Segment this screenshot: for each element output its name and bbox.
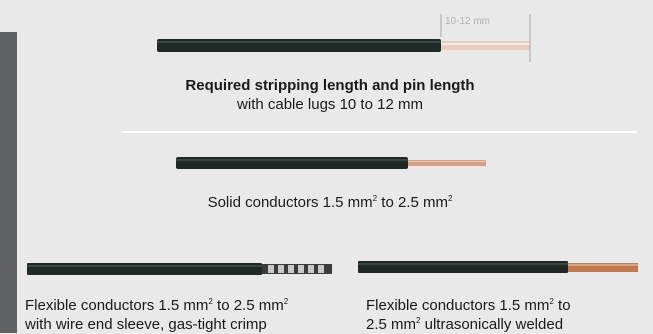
caption-text: Flexible conductors 1.5 mm xyxy=(25,297,209,314)
cable-stripping-length: 10-12 mm xyxy=(157,14,531,62)
cable-wire-end-sleeve xyxy=(27,263,332,275)
caption-text: 2.5 mm xyxy=(366,316,417,333)
section-divider xyxy=(122,131,637,133)
superscript: 2 xyxy=(283,297,289,306)
caption-subtitle: with cable lugs 10 to 12 mm xyxy=(237,96,423,113)
caption-stripping-length: Required stripping length and pin length… xyxy=(135,76,525,114)
caption-wire-end-sleeve: Flexible conductors 1.5 mm2 to 2.5 mm2 w… xyxy=(25,296,288,334)
caption-text: to 2.5 mm xyxy=(377,194,448,211)
superscript: 2 xyxy=(447,194,453,203)
caption-solid-conductors: Solid conductors 1.5 mm2 to 2.5 mm2 xyxy=(135,193,525,212)
caption-text: Solid conductors 1.5 mm xyxy=(207,194,373,211)
caption-text: with wire end sleeve, gas-tight crimp xyxy=(25,316,267,333)
caption-text: to xyxy=(553,297,571,314)
cable-ultrasonic-welded xyxy=(358,261,638,273)
caption-text: Flexible conductors 1.5 mm xyxy=(366,297,550,314)
caption-text: ultrasonically welded xyxy=(420,316,564,333)
caption-title: Required stripping length and pin length xyxy=(185,77,475,94)
cable-illustrations: 10-12 mm xyxy=(27,14,638,275)
cable-solid-conductor xyxy=(176,157,486,169)
dimension-label: 10-12 mm xyxy=(445,16,490,27)
caption-ultrasonic-welded: Flexible conductors 1.5 mm2 to 2.5 mm2 u… xyxy=(366,296,571,334)
caption-text: to 2.5 mm xyxy=(212,297,284,314)
